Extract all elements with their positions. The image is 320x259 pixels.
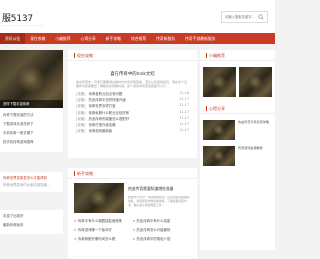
list-text[interactable]: 热血传奇的装备怎么搭配好 xyxy=(88,117,129,121)
list-item[interactable]: 传奇下载安装的方法 xyxy=(3,112,60,121)
article-title[interactable]: 传奇世界发新发怎么才能得到 xyxy=(3,175,60,182)
panel-heading: 现在攻略 xyxy=(77,53,93,58)
left-article: 传奇世界发新发怎么才能得到 传奇世界游戏中大家应该知道… xyxy=(0,172,63,192)
article-summary: 传奇世界游戏中大家应该知道… xyxy=(3,183,51,187)
recommend-panel: 小编推荐 心得分享 热血传奇平民玩家攻略 传奇游戏私服推荐 xyxy=(200,50,275,250)
accent-bar xyxy=(206,106,207,111)
list-tag: [攻略] xyxy=(76,104,86,109)
nav-item-recommend[interactable]: 小编推荐 xyxy=(50,33,75,44)
search-button[interactable] xyxy=(256,13,266,21)
list-item[interactable]: > 传奇游戏哪一个版本好 xyxy=(74,226,133,235)
recommend-thumb[interactable] xyxy=(203,67,236,97)
list-date: 11-17 xyxy=(179,128,189,133)
list-item[interactable]: > 传奇中有什么隐藏技能值得练 xyxy=(74,217,133,226)
panel-heading: 小编推荐 xyxy=(209,53,225,58)
list-item[interactable]: > 热血传奇怎么升级最快 xyxy=(133,226,192,235)
list-item[interactable]: > 热血传奇中的角色介绍 xyxy=(133,235,192,244)
nav-item-news[interactable]: 资讯公告 xyxy=(0,33,26,44)
search-input[interactable] xyxy=(222,12,256,22)
list-tag: [攻略] xyxy=(76,122,86,127)
nav-item-mobile-server[interactable]: 传奇手游最新服务 xyxy=(180,33,220,44)
recommend-thumb[interactable] xyxy=(239,67,272,97)
list-item[interactable]: [攻略] 传奇游戏最新版 11-17 xyxy=(76,128,189,134)
newbie-panel-head: 新手攻略 xyxy=(68,168,197,179)
nav-item-guide[interactable]: 现在攻略 xyxy=(25,33,50,44)
recommend-panel-head: 小编推荐 xyxy=(200,50,275,61)
list-text[interactable]: 传奇世界怎样打宝 xyxy=(88,104,115,108)
accent-bar xyxy=(74,171,75,176)
nav-item-newbie[interactable]: 新手攻略 xyxy=(101,33,126,44)
list-text[interactable]: 传奇各职业加点有问题 xyxy=(88,92,122,96)
panel-heading: 心得分享 xyxy=(209,106,225,111)
list-item[interactable]: 手游了比较好 xyxy=(3,213,60,222)
newbie-list: > 传奇中有什么隐藏技能值得练 > 传奇游戏哪一个版本好 > 传奇新服开服时间怎… xyxy=(68,213,197,244)
share-title[interactable]: 传奇游戏私服推荐 xyxy=(235,146,263,166)
nav-item-new-server[interactable]: 传奇新服务 xyxy=(151,33,180,44)
search-icon xyxy=(258,14,264,20)
main-nav: 资讯公告 现在攻略 小编推荐 心得分享 新手攻略 综合推荐 传奇新服务 传奇手游… xyxy=(0,33,275,44)
left-bottom-list: 手游了比较好 最新传奇版本 xyxy=(0,210,63,234)
share-thumb[interactable] xyxy=(203,146,235,166)
feature-summary: 喜在传奇中，玩家们需要通过各种方式去获取装备，宝石以及其他道具，而在这个过程中玩… xyxy=(76,80,188,88)
accent-bar xyxy=(206,53,207,58)
header: 服5137 —————————————— xyxy=(0,0,275,33)
guide-panel: 现在攻略 喜在传奇中的mds文结 喜在传奇中，玩家们需要通过各种方式去获取装备，… xyxy=(68,50,197,158)
list-item[interactable]: > 热血传奇中有什么技能 xyxy=(133,217,192,226)
list-text[interactable]: 传奇打怪升级攻略 xyxy=(88,123,115,127)
share-panel-head: 心得分享 xyxy=(200,103,275,114)
share-item[interactable]: 传奇游戏私服推荐 xyxy=(200,140,275,166)
search-box xyxy=(221,11,268,23)
site-subtitle: —————————————— xyxy=(2,23,44,27)
share-item[interactable]: 热血传奇平民玩家攻略 xyxy=(200,114,275,140)
middle-column: 现在攻略 喜在传奇中的mds文结 喜在传奇中，玩家们需要通过各种方式去获取装备，… xyxy=(68,50,197,259)
left-list: 传奇下载安装的方法 下载游戏手游怎样下 手机传奇一般去哪下 的手机传奇游戏推荐 xyxy=(0,108,63,152)
newbie-feature: 热血传奇需要知道哪些准备 热血传奇作为一款经典的游戏，玩家需要提前做好准备，熟悉… xyxy=(68,179,197,213)
list-text[interactable]: 传奇游戏最新版 xyxy=(88,129,112,133)
list-text[interactable]: 传奇私服什么职业比较好练 xyxy=(88,111,129,115)
list-tag: [攻略] xyxy=(76,110,86,115)
list-item[interactable]: 下载游戏手游怎样下 xyxy=(3,121,60,130)
list-tag: [攻略] xyxy=(76,129,86,134)
share-title[interactable]: 热血传奇平民玩家攻略 xyxy=(235,120,269,140)
list-item[interactable]: 最新传奇版本 xyxy=(3,222,60,231)
list-item[interactable]: > 传奇新服开服时间怎么看 xyxy=(74,235,133,244)
guide-panel-head: 现在攻略 xyxy=(68,50,197,61)
recommend-thumbs xyxy=(200,61,275,97)
panel-heading: 新手攻略 xyxy=(77,171,93,176)
accent-bar xyxy=(74,53,75,58)
newbie-panel: 新手攻略 热血传奇需要知道哪些准备 热血传奇作为一款经典的游戏，玩家需要提前做好… xyxy=(68,168,197,259)
list-tag: [攻略] xyxy=(76,92,86,96)
list-tag: [攻略] xyxy=(76,98,86,103)
list-item[interactable]: 的手机传奇游戏推荐 xyxy=(3,139,60,148)
left-image-caption[interactable]: 怎样下载手游传奇 xyxy=(0,100,63,108)
list-tag: [攻略] xyxy=(76,116,86,121)
list-item[interactable]: 手机传奇一般去哪下 xyxy=(3,130,60,139)
share-thumb[interactable] xyxy=(203,120,235,140)
newbie-feature-summary: 热血传奇作为一款经典的游戏，玩家需要提前做好准备，熟悉游戏中的各种技能，了解装备… xyxy=(128,196,190,207)
nav-item-general[interactable]: 综合推荐 xyxy=(126,33,151,44)
newbie-feature-image[interactable] xyxy=(74,183,124,213)
left-feature-image[interactable]: 怎样下载手游传奇 xyxy=(0,50,63,108)
newbie-feature-title[interactable]: 热血传奇需要知道哪些准备 xyxy=(128,186,191,192)
guide-list: [攻略] 传奇各职业加点有问题 11-16 [攻略] 热血传奇中怎样快速升级 11-17… xyxy=(68,89,197,134)
right-column: 小编推荐 心得分享 热血传奇平民玩家攻略 传奇游戏私服推荐 xyxy=(200,50,275,250)
left-column: 怎样下载手游传奇 传奇下载安装的方法 下载游戏手游怎样下 手机传奇一般去哪下 的… xyxy=(0,50,63,234)
list-text[interactable]: 热血传奇中怎样快速升级 xyxy=(88,98,125,102)
nav-item-share[interactable]: 心得分享 xyxy=(76,33,101,44)
